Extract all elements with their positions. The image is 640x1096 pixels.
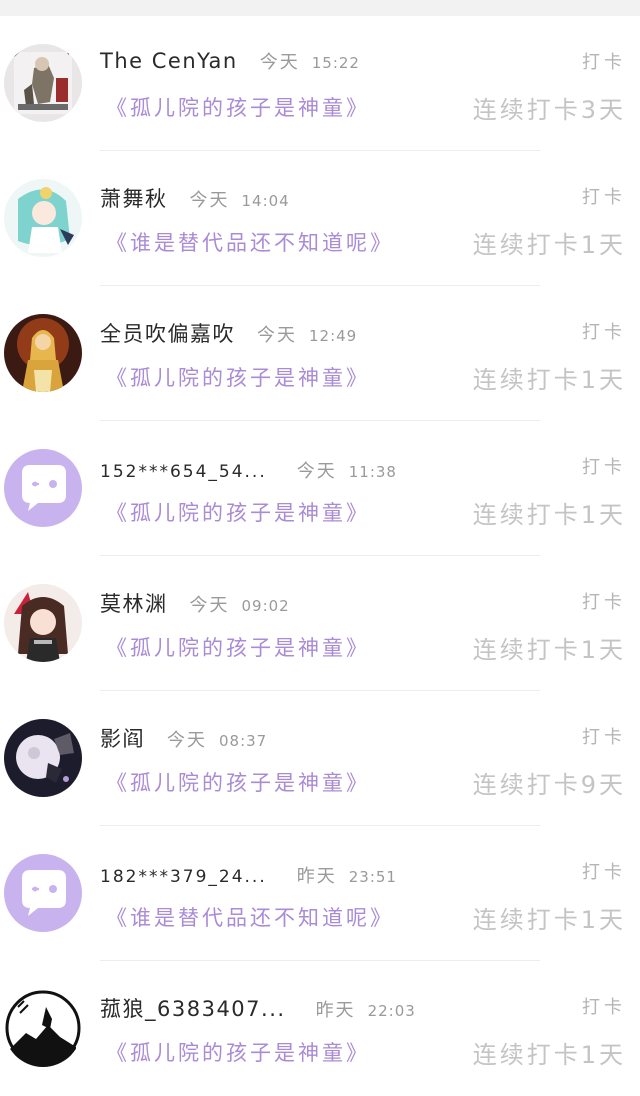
checkin-time: 22:03 <box>367 1002 416 1020</box>
user-name[interactable]: 全员吹偏嘉吹 <box>100 318 235 348</box>
checkin-day: 今天 <box>189 190 230 211</box>
avatar[interactable] <box>4 314 82 392</box>
name-line: 182***379_24... 昨天 23:51 <box>100 862 397 888</box>
checkin-day: 昨天 <box>315 1000 356 1021</box>
user-name[interactable]: 影阎 <box>100 723 145 753</box>
checkin-time: 23:51 <box>348 868 397 886</box>
book-title-link[interactable]: 《孤儿院的孩子是神童》 <box>106 632 370 662</box>
list-item[interactable]: 152***654_54... 今天 11:38 打卡 《孤儿院的孩子是神童》 … <box>0 421 640 556</box>
user-name[interactable]: 182***379_24... <box>100 867 267 887</box>
checkin-time: 08:37 <box>219 732 268 750</box>
list-item[interactable]: 影阎 今天 08:37 打卡 《孤儿院的孩子是神童》 连续打卡9天 <box>0 691 640 826</box>
checkin-label: 打卡 <box>582 457 626 478</box>
book-title-link[interactable]: 《谁是替代品还不知道呢》 <box>106 227 394 257</box>
avatar[interactable] <box>4 179 82 257</box>
streak-count: 连续打卡1天 <box>472 366 626 394</box>
checkin-day: 今天 <box>189 595 230 616</box>
streak-count: 连续打卡1天 <box>472 636 626 664</box>
list-item[interactable]: 全员吹偏嘉吹 今天 12:49 打卡 《孤儿院的孩子是神童》 连续打卡1天 <box>0 286 640 421</box>
name-line: 萧舞秋 今天 14:04 <box>100 183 290 213</box>
avatar[interactable] <box>4 584 82 662</box>
checkin-day: 今天 <box>167 730 207 751</box>
streak-count: 连续打卡1天 <box>472 906 626 934</box>
checkin-label: 打卡 <box>582 727 626 748</box>
book-title-link[interactable]: 《孤儿院的孩子是神童》 <box>106 767 370 797</box>
checkin-label: 打卡 <box>582 862 626 883</box>
book-title-link[interactable]: 《孤儿院的孩子是神童》 <box>106 92 370 122</box>
user-name[interactable]: 萧舞秋 <box>100 183 168 213</box>
streak-count: 连续打卡1天 <box>472 1041 626 1069</box>
checkin-time: 09:02 <box>241 597 290 615</box>
list-item[interactable]: 菰狼_6383407... 昨天 22:03 打卡 《孤儿院的孩子是神童》 连续… <box>0 961 640 1096</box>
checkin-label: 打卡 <box>582 52 626 73</box>
book-title-link[interactable]: 《孤儿院的孩子是神童》 <box>106 362 370 392</box>
avatar[interactable] <box>4 449 82 527</box>
book-title-link[interactable]: 《谁是替代品还不知道呢》 <box>106 902 394 932</box>
user-name[interactable]: 莫林渊 <box>100 588 168 618</box>
checkin-label: 打卡 <box>582 997 626 1018</box>
checkin-day: 今天 <box>257 325 297 346</box>
avatar[interactable] <box>4 989 82 1067</box>
list-item[interactable]: The CenYan 今天 15:22 打卡 《孤儿院的孩子是神童》 连续打卡3… <box>0 16 640 151</box>
avatar[interactable] <box>4 44 82 122</box>
name-line: 152***654_54... 今天 11:38 <box>100 457 397 483</box>
checkin-time: 12:49 <box>309 327 358 345</box>
avatar[interactable] <box>4 719 82 797</box>
name-line: 影阎 今天 08:37 <box>100 723 267 753</box>
streak-count: 连续打卡1天 <box>472 231 626 259</box>
checkin-day: 今天 <box>296 461 337 482</box>
streak-count: 连续打卡1天 <box>472 501 626 529</box>
list-item[interactable]: 182***379_24... 昨天 23:51 打卡 《谁是替代品还不知道呢》… <box>0 826 640 961</box>
name-line: 莫林渊 今天 09:02 <box>100 588 290 618</box>
checkin-label: 打卡 <box>582 592 626 613</box>
checkin-label: 打卡 <box>582 322 626 343</box>
streak-count: 连续打卡3天 <box>472 96 626 124</box>
name-line: The CenYan 今天 15:22 <box>100 48 360 74</box>
avatar[interactable] <box>4 854 82 932</box>
list-item[interactable]: 莫林渊 今天 09:02 打卡 《孤儿院的孩子是神童》 连续打卡1天 <box>0 556 640 691</box>
book-title-link[interactable]: 《孤儿院的孩子是神童》 <box>106 1037 370 1067</box>
user-name[interactable]: 菰狼_6383407... <box>100 993 286 1023</box>
user-name[interactable]: The CenYan <box>100 49 238 73</box>
checkin-time: 15:22 <box>311 54 360 72</box>
checkin-day: 昨天 <box>296 866 337 887</box>
checkin-label: 打卡 <box>582 187 626 208</box>
checkin-time: 11:38 <box>348 463 397 481</box>
name-line: 菰狼_6383407... 昨天 22:03 <box>100 993 416 1023</box>
book-title-link[interactable]: 《孤儿院的孩子是神童》 <box>106 497 370 527</box>
name-line: 全员吹偏嘉吹 今天 12:49 <box>100 318 357 348</box>
list-item[interactable]: 萧舞秋 今天 14:04 打卡 《谁是替代品还不知道呢》 连续打卡1天 <box>0 151 640 286</box>
checkin-day: 今天 <box>259 52 300 73</box>
status-bar-strip <box>0 0 640 16</box>
streak-count: 连续打卡9天 <box>472 771 626 799</box>
checkin-time: 14:04 <box>241 192 290 210</box>
user-name[interactable]: 152***654_54... <box>100 462 267 482</box>
